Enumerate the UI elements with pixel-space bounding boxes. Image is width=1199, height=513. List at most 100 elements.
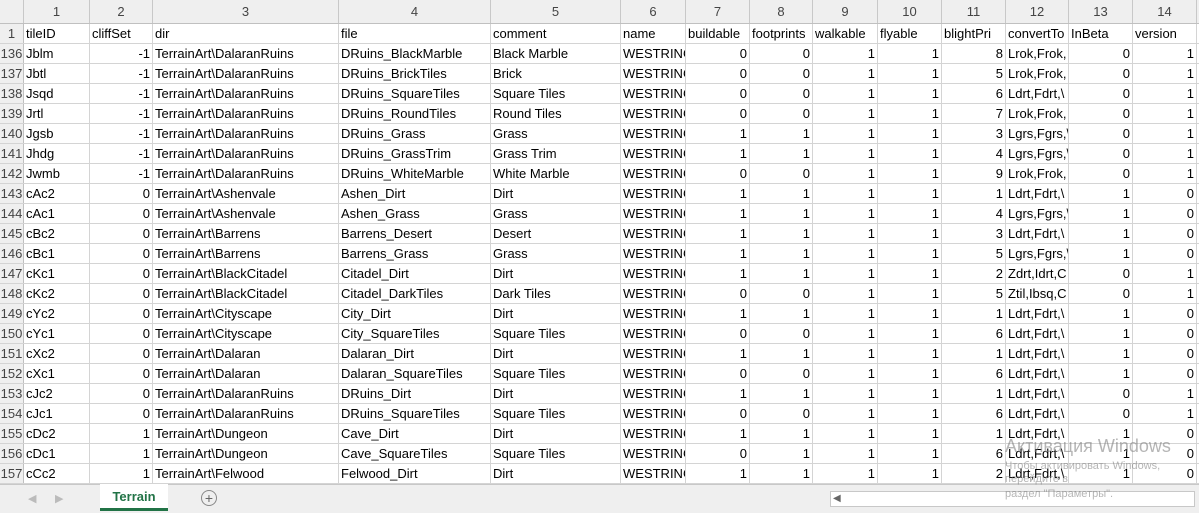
- cell[interactable]: TerrainArt\Cityscape: [153, 324, 339, 343]
- cell[interactable]: DRuins_SquareTiles: [339, 404, 491, 423]
- cell[interactable]: TerrainArt\BlackCitadel: [153, 284, 339, 303]
- cell[interactable]: 0: [1069, 404, 1133, 423]
- header-cell[interactable]: InBeta: [1069, 24, 1133, 43]
- cell[interactable]: WESTRING: [621, 84, 686, 103]
- cell[interactable]: 1: [813, 244, 878, 263]
- column-header[interactable]: 5: [491, 0, 621, 23]
- cell[interactable]: 1: [878, 364, 942, 383]
- cell[interactable]: 1: [878, 64, 942, 83]
- cell[interactable]: Jrtl: [24, 104, 90, 123]
- cell[interactable]: WESTRING: [621, 344, 686, 363]
- cell[interactable]: 1: [1069, 464, 1133, 483]
- cell[interactable]: 6: [942, 444, 1006, 463]
- cell[interactable]: 1: [1133, 104, 1197, 123]
- cell[interactable]: 1: [813, 364, 878, 383]
- cell[interactable]: Barrens_Grass: [339, 244, 491, 263]
- cell[interactable]: 1: [813, 84, 878, 103]
- prev-sheet-icon[interactable]: ◀: [28, 492, 36, 505]
- cell[interactable]: City_SquareTiles: [339, 324, 491, 343]
- cell[interactable]: WESTRING: [621, 144, 686, 163]
- cell[interactable]: 0: [90, 344, 153, 363]
- cell[interactable]: 3: [942, 124, 1006, 143]
- cell[interactable]: 1: [878, 164, 942, 183]
- cell[interactable]: Grass: [491, 244, 621, 263]
- cell[interactable]: 0: [686, 284, 750, 303]
- cell[interactable]: 1: [750, 384, 813, 403]
- cell[interactable]: 0: [750, 164, 813, 183]
- cell[interactable]: Dirt: [491, 424, 621, 443]
- column-header[interactable]: 7: [686, 0, 750, 23]
- cell[interactable]: Citadel_DarkTiles: [339, 284, 491, 303]
- cell[interactable]: 0: [1133, 224, 1197, 243]
- cell[interactable]: 1: [942, 384, 1006, 403]
- column-header[interactable]: 13: [1069, 0, 1133, 23]
- cell[interactable]: WESTRING: [621, 284, 686, 303]
- cell[interactable]: 1: [90, 424, 153, 443]
- cell[interactable]: 0: [686, 64, 750, 83]
- cell[interactable]: DRuins_BlackMarble: [339, 44, 491, 63]
- cell[interactable]: Dalaran_Dirt: [339, 344, 491, 363]
- cell[interactable]: cBc1: [24, 244, 90, 263]
- cell[interactable]: 0: [1133, 364, 1197, 383]
- cell[interactable]: 0: [1133, 344, 1197, 363]
- row-number[interactable]: 143: [0, 184, 24, 203]
- cell[interactable]: WESTRING: [621, 444, 686, 463]
- cell[interactable]: TerrainArt\DalaranRuins: [153, 84, 339, 103]
- cell[interactable]: 6: [942, 324, 1006, 343]
- cell[interactable]: cJc2: [24, 384, 90, 403]
- cell[interactable]: TerrainArt\Dungeon: [153, 424, 339, 443]
- cell[interactable]: Square Tiles: [491, 444, 621, 463]
- cell[interactable]: 1: [686, 304, 750, 323]
- cell[interactable]: Jhdg: [24, 144, 90, 163]
- header-cell[interactable]: tileID: [24, 24, 90, 43]
- cell[interactable]: 0: [1133, 464, 1197, 483]
- cell[interactable]: 1: [878, 424, 942, 443]
- column-header[interactable]: 1: [24, 0, 90, 23]
- cell[interactable]: Square Tiles: [491, 364, 621, 383]
- cell[interactable]: DRuins_Dirt: [339, 384, 491, 403]
- cell[interactable]: Square Tiles: [491, 324, 621, 343]
- cell[interactable]: 1: [686, 424, 750, 443]
- header-cell[interactable]: blightPri: [942, 24, 1006, 43]
- cell[interactable]: Ashen_Dirt: [339, 184, 491, 203]
- cell[interactable]: 1: [1069, 204, 1133, 223]
- row-number[interactable]: 151: [0, 344, 24, 363]
- row-number[interactable]: 147: [0, 264, 24, 283]
- cell[interactable]: 1: [1069, 244, 1133, 263]
- cell[interactable]: 1: [1069, 444, 1133, 463]
- cell[interactable]: WESTRING: [621, 184, 686, 203]
- cell[interactable]: WESTRING: [621, 164, 686, 183]
- cell[interactable]: Ldrt,Fdrt,\: [1006, 304, 1069, 323]
- cell[interactable]: Ldrt,Fdrt,\: [1006, 84, 1069, 103]
- cell[interactable]: 0: [90, 404, 153, 423]
- row-number[interactable]: 141: [0, 144, 24, 163]
- cell[interactable]: Grass: [491, 204, 621, 223]
- cell[interactable]: -1: [90, 104, 153, 123]
- cell[interactable]: Ldrt,Fdrt,\: [1006, 464, 1069, 483]
- cell[interactable]: Dirt: [491, 464, 621, 483]
- cell[interactable]: 4: [942, 144, 1006, 163]
- cell[interactable]: 1: [878, 44, 942, 63]
- cell[interactable]: Cave_SquareTiles: [339, 444, 491, 463]
- column-header[interactable]: 12: [1006, 0, 1069, 23]
- cell[interactable]: 1: [878, 204, 942, 223]
- cell[interactable]: Dirt: [491, 264, 621, 283]
- cell[interactable]: WESTRING: [621, 64, 686, 83]
- cell[interactable]: Lrok,Frok,: [1006, 104, 1069, 123]
- cell[interactable]: TerrainArt\DalaranRuins: [153, 124, 339, 143]
- select-all-corner[interactable]: [0, 0, 24, 23]
- cell[interactable]: TerrainArt\DalaranRuins: [153, 404, 339, 423]
- cell[interactable]: 0: [90, 244, 153, 263]
- cell[interactable]: Round Tiles: [491, 104, 621, 123]
- column-header[interactable]: 3: [153, 0, 339, 23]
- header-cell[interactable]: cliffSet: [90, 24, 153, 43]
- cell[interactable]: Black Marble: [491, 44, 621, 63]
- cell[interactable]: DRuins_RoundTiles: [339, 104, 491, 123]
- cell[interactable]: 3: [942, 224, 1006, 243]
- cell[interactable]: -1: [90, 124, 153, 143]
- cell[interactable]: 1: [1069, 344, 1133, 363]
- cell[interactable]: 1: [813, 44, 878, 63]
- cell[interactable]: TerrainArt\Cityscape: [153, 304, 339, 323]
- row-number[interactable]: 138: [0, 84, 24, 103]
- cell[interactable]: Cave_Dirt: [339, 424, 491, 443]
